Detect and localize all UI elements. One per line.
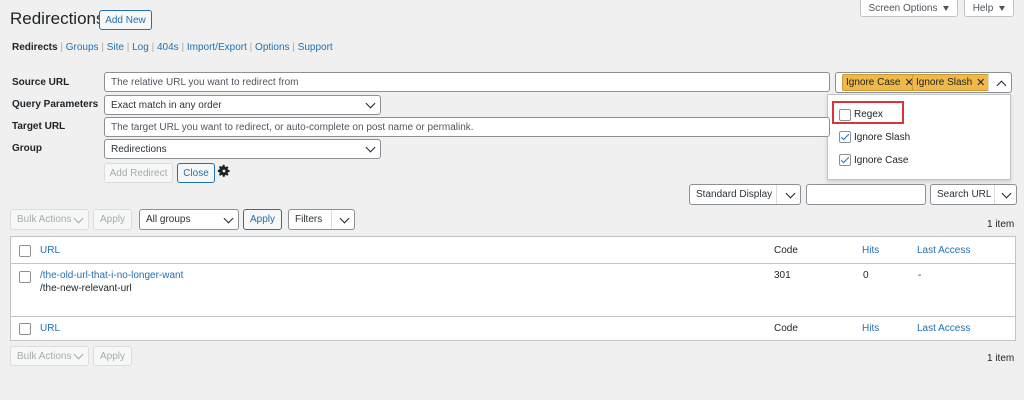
chevron-down-icon: [73, 349, 84, 360]
ignore-slash-option-label[interactable]: Ignore Slash: [854, 132, 910, 143]
ignore-slash-checkbox[interactable]: [839, 131, 851, 143]
chevron-down-icon: [73, 213, 84, 223]
chevron-down-icon: [365, 142, 376, 153]
nav-404s[interactable]: 404s: [157, 42, 179, 53]
chevron-down-icon: [365, 98, 376, 109]
nav-separator: |: [181, 42, 185, 53]
nav-site[interactable]: Site: [107, 42, 124, 53]
filter-apply-button[interactable]: Apply: [243, 209, 282, 230]
bulk-actions-value: Bulk Actions: [17, 214, 72, 225]
help-tab[interactable]: Help: [964, 0, 1014, 17]
table-row: /the-old-url-that-i-no-longer-want /the-…: [11, 264, 1015, 316]
close-button[interactable]: Close: [177, 163, 215, 183]
subsubsub-nav: Redirects | Groups | Site | Log | 404s |…: [12, 42, 333, 53]
target-url-text: /the-new-relevant-url: [40, 283, 132, 294]
nav-separator: |: [151, 42, 155, 53]
search-url-button[interactable]: Search URL: [930, 184, 1017, 205]
row-code: 301: [774, 270, 791, 281]
target-url-placeholder: The target URL you want to redirect, or …: [111, 121, 474, 133]
bulk-apply-button-bottom[interactable]: Apply: [93, 346, 132, 366]
source-url-placeholder: The relative URL you want to redirect fr…: [111, 76, 299, 88]
chevron-down-icon: [223, 213, 234, 223]
ignore-case-option-label[interactable]: Ignore Case: [854, 155, 908, 166]
footer-column-code: Code: [774, 323, 798, 334]
bulk-apply-button[interactable]: Apply: [93, 209, 132, 230]
nav-separator: |: [60, 42, 63, 53]
column-last-access[interactable]: Last Access: [917, 245, 970, 256]
source-url-link[interactable]: /the-old-url-that-i-no-longer-want: [40, 270, 183, 281]
ignore-case-checkbox[interactable]: [839, 154, 851, 166]
row-checkbox[interactable]: [19, 271, 31, 283]
chevron-down-icon: [785, 188, 796, 198]
group-value: Redirections: [111, 143, 167, 155]
chevron-down-icon: [339, 213, 350, 223]
search-input[interactable]: [806, 184, 926, 205]
redirects-table: URL Code Hits Last Access /the-old-url-t…: [10, 236, 1016, 341]
caret-down-icon: [943, 5, 950, 11]
footer-column-last-access[interactable]: Last Access: [917, 323, 970, 334]
nav-separator: |: [126, 42, 130, 53]
display-select[interactable]: Standard Display: [689, 184, 801, 205]
target-url-label: Target URL: [12, 121, 66, 132]
item-count-bottom: 1 item: [987, 353, 1015, 364]
regex-option-label[interactable]: Regex: [854, 109, 883, 120]
nav-redirects[interactable]: Redirects: [12, 42, 58, 53]
query-parameters-select[interactable]: Exact match in any order: [104, 95, 381, 115]
source-url-input[interactable]: The relative URL you want to redirect fr…: [104, 72, 830, 92]
tag-label: Ignore Case: [846, 77, 901, 88]
search-url-label: Search URL: [937, 189, 992, 200]
bulk-actions-value: Bulk Actions: [17, 350, 72, 362]
tag-ignore-case: Ignore Case ✕: [842, 74, 918, 91]
nav-log[interactable]: Log: [132, 42, 149, 53]
nav-separator: |: [249, 42, 253, 53]
flags-dropdown: Regex Ignore Slash Ignore Case: [827, 94, 1011, 180]
page-title: Redirections: [10, 9, 105, 28]
chevron-down-icon: [1001, 188, 1012, 198]
chevron-up-icon[interactable]: [996, 80, 1007, 91]
tag-label: Ignore Slash: [916, 77, 973, 88]
groups-filter-select[interactable]: All groups: [139, 209, 239, 230]
query-parameters-value: Exact match in any order: [111, 99, 222, 111]
select-all-checkbox[interactable]: [19, 245, 31, 257]
nav-options[interactable]: Options: [255, 42, 289, 53]
row-hits: 0: [863, 270, 869, 281]
column-code: Code: [774, 245, 798, 256]
nav-support[interactable]: Support: [298, 42, 333, 53]
item-count-top: 1 item: [987, 219, 1015, 230]
group-select[interactable]: Redirections: [104, 139, 381, 159]
footer-column-url[interactable]: URL: [40, 323, 60, 334]
column-url[interactable]: URL: [40, 245, 60, 256]
source-url-label: Source URL: [12, 77, 70, 88]
nav-separator: |: [101, 42, 104, 53]
bulk-actions-select[interactable]: Bulk Actions: [10, 209, 89, 230]
footer-column-hits[interactable]: Hits: [862, 323, 879, 334]
caret-down-icon: [999, 5, 1006, 11]
filters-label: Filters: [295, 214, 323, 225]
add-new-button[interactable]: Add New: [99, 10, 152, 30]
bulk-actions-select-bottom[interactable]: Bulk Actions: [10, 346, 89, 366]
regex-checkbox[interactable]: [839, 109, 851, 121]
select-all-checkbox-footer[interactable]: [19, 323, 31, 335]
row-last-access: -: [918, 270, 922, 281]
group-label: Group: [12, 143, 42, 154]
nav-separator: |: [292, 42, 295, 53]
screen-options-label: Screen Options: [868, 2, 938, 14]
flags-multiselect[interactable]: Ignore Case ✕ Ignore Slash ✕: [835, 72, 1012, 93]
target-url-input[interactable]: The target URL you want to redirect, or …: [104, 117, 830, 137]
tag-ignore-slash: Ignore Slash ✕: [912, 74, 990, 91]
nav-import-export[interactable]: Import/Export: [187, 42, 247, 53]
help-label: Help: [972, 2, 994, 14]
nav-groups[interactable]: Groups: [66, 42, 99, 53]
display-select-value: Standard Display: [696, 189, 773, 200]
remove-tag-icon[interactable]: ✕: [976, 76, 985, 89]
add-redirect-button[interactable]: Add Redirect: [104, 163, 173, 183]
groups-filter-value: All groups: [146, 214, 191, 225]
column-hits[interactable]: Hits: [862, 245, 879, 256]
gear-icon[interactable]: [217, 164, 231, 178]
query-parameters-label: Query Parameters: [12, 99, 99, 110]
filters-select[interactable]: Filters: [288, 209, 355, 230]
screen-options-tab[interactable]: Screen Options: [860, 0, 958, 17]
